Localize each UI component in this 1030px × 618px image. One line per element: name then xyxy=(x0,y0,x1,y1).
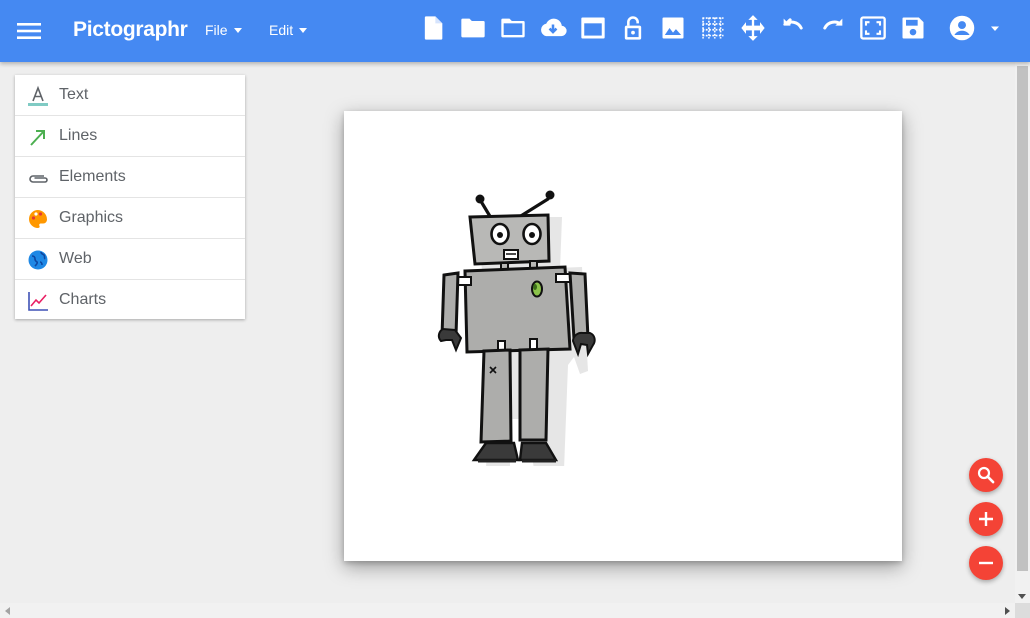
edit-menu-button[interactable]: Edit xyxy=(269,22,308,38)
sidebar-item-lines[interactable]: Lines xyxy=(15,116,245,157)
zoom-in-button[interactable] xyxy=(969,502,1003,536)
sidebar-item-label: Web xyxy=(59,250,92,267)
folder-outline-icon[interactable] xyxy=(499,14,527,42)
vertical-scrollbar[interactable] xyxy=(1015,62,1030,603)
file-menu-label: File xyxy=(205,22,228,38)
sidebar-item-elements[interactable]: Elements xyxy=(15,157,245,198)
sidebar-item-label: Graphics xyxy=(59,209,124,226)
edit-menu-label: Edit xyxy=(269,22,294,38)
sidebar-item-label: Lines xyxy=(59,127,98,144)
zoom-out-minus-icon xyxy=(979,561,993,565)
sidebar-item-text[interactable]: Text xyxy=(15,75,245,116)
drawing-canvas[interactable] xyxy=(344,111,902,561)
new-page-icon[interactable] xyxy=(419,14,447,42)
move-icon[interactable] xyxy=(739,14,767,42)
undo-icon[interactable] xyxy=(779,14,807,42)
zoom-in-plus-icon xyxy=(979,512,993,526)
line-chart-icon xyxy=(27,290,49,312)
scrollbar-corner xyxy=(1015,603,1030,618)
text-format-icon xyxy=(27,85,49,107)
grid-icon[interactable] xyxy=(699,14,727,42)
cloud-download-icon[interactable] xyxy=(538,14,568,42)
chevron-down-icon xyxy=(233,28,242,33)
scroll-down-arrow-icon[interactable] xyxy=(1018,594,1026,599)
folder-open-icon[interactable] xyxy=(459,14,487,42)
scroll-right-arrow-icon[interactable] xyxy=(1005,607,1010,615)
account-icon[interactable] xyxy=(948,14,976,42)
globe-icon xyxy=(27,249,49,271)
app-title[interactable]: Pictographr xyxy=(73,18,188,42)
lock-open-icon[interactable] xyxy=(619,14,647,42)
horizontal-scrollbar[interactable] xyxy=(0,603,1015,618)
account-menu-chevron-down-icon[interactable] xyxy=(986,14,1004,42)
fit-screen-icon[interactable] xyxy=(859,14,887,42)
sidebar-item-label: Text xyxy=(59,86,89,103)
robot-illustration[interactable] xyxy=(432,181,607,466)
tools-sidebar: Text Lines Elements Graphics Web Charts xyxy=(15,75,245,319)
hamburger-menu-icon[interactable] xyxy=(13,17,45,45)
image-icon[interactable] xyxy=(659,14,687,42)
palette-icon xyxy=(27,208,49,230)
sidebar-item-charts[interactable]: Charts xyxy=(15,280,245,321)
app-bar: Pictographr File Edit xyxy=(0,0,1030,62)
save-icon[interactable] xyxy=(899,14,927,42)
file-menu-button[interactable]: File xyxy=(205,22,242,38)
zoom-search-button[interactable] xyxy=(969,458,1003,492)
zoom-out-button[interactable] xyxy=(969,546,1003,580)
scroll-left-arrow-icon[interactable] xyxy=(5,607,10,615)
sidebar-item-label: Elements xyxy=(59,168,126,185)
redo-icon[interactable] xyxy=(819,14,847,42)
paperclip-icon xyxy=(27,167,49,189)
zoom-search-icon xyxy=(977,466,995,484)
sidebar-item-graphics[interactable]: Graphics xyxy=(15,198,245,239)
vertical-scrollbar-thumb[interactable] xyxy=(1017,66,1028,571)
arrow-line-icon xyxy=(27,126,49,148)
sidebar-item-label: Charts xyxy=(59,291,107,308)
chevron-down-icon xyxy=(299,28,308,33)
window-icon[interactable] xyxy=(579,14,607,42)
sidebar-item-web[interactable]: Web xyxy=(15,239,245,280)
